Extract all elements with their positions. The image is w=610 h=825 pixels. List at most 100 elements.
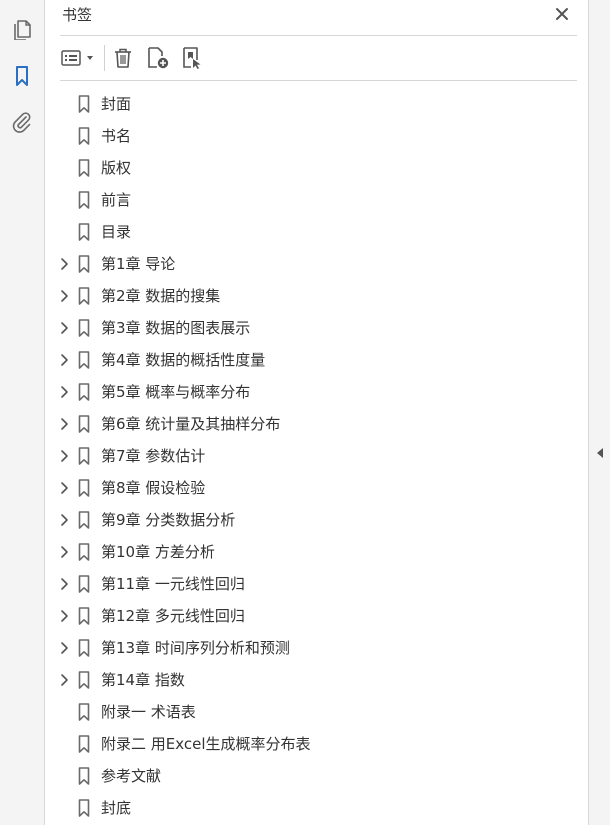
close-icon[interactable]: [552, 4, 572, 24]
bookmark-icon: [78, 383, 90, 401]
bookmark-icon: [78, 255, 90, 273]
bookmarks-panel: 书签 封面 书名 版权 前言 目录 第1章 导论 第2章 数据的搜集 第3章 数…: [45, 0, 588, 825]
bookmark-label: 第10章 方差分析: [101, 543, 215, 561]
bookmark-icon: [78, 447, 90, 465]
bookmark-label: 第8章 假设检验: [101, 479, 206, 497]
toolbar-divider: [104, 45, 105, 71]
paperclip-icon[interactable]: [8, 108, 36, 136]
bookmark-label: 封底: [101, 799, 132, 817]
bookmark-label: 第11章 一元线性回归: [101, 575, 245, 593]
bookmark-item[interactable]: 第9章 分类数据分析: [45, 504, 588, 536]
panel-title: 书签: [62, 6, 93, 24]
options-menu-button[interactable]: [60, 45, 98, 71]
delete-bookmark-button[interactable]: [111, 45, 135, 71]
bookmark-item[interactable]: 第6章 统计量及其抽样分布: [45, 408, 588, 440]
triangle-left-icon[interactable]: [595, 446, 605, 460]
bookmark-item[interactable]: 第1章 导论: [45, 248, 588, 280]
panel-splitter[interactable]: [588, 0, 610, 825]
bookmark-icon: [78, 735, 90, 753]
bookmark-item[interactable]: 第4章 数据的概括性度量: [45, 344, 588, 376]
divider: [60, 35, 577, 36]
bookmark-label: 第12章 多元线性回归: [101, 607, 245, 625]
bookmark-icon: [78, 479, 90, 497]
chevron-right-icon[interactable]: [58, 289, 70, 303]
bookmark-icon: [78, 287, 90, 305]
bookmark-item[interactable]: 第7章 参数估计: [45, 440, 588, 472]
chevron-right-icon[interactable]: [58, 609, 70, 623]
bookmark-label: 第3章 数据的图表展示: [101, 319, 251, 337]
bookmark-icon: [78, 543, 90, 561]
bookmark-item[interactable]: 第2章 数据的搜集: [45, 280, 588, 312]
bookmark-label: 第9章 分类数据分析: [101, 511, 236, 529]
bookmark-icon: [78, 607, 90, 625]
bookmark-item[interactable]: 目录: [45, 216, 588, 248]
chevron-right-icon[interactable]: [58, 673, 70, 687]
bookmark-icon: [78, 799, 90, 817]
bookmark-label: 第1章 导论: [101, 255, 176, 273]
bookmark-label: 目录: [101, 223, 132, 241]
bookmark-icon: [78, 319, 90, 337]
bookmark-label: 第2章 数据的搜集: [101, 287, 221, 305]
bookmark-icon: [78, 671, 90, 689]
bookmark-item[interactable]: 附录二 用Excel生成概率分布表: [45, 728, 588, 760]
bookmark-label: 第14章 指数: [101, 671, 185, 689]
bookmark-label: 附录一 术语表: [101, 703, 196, 721]
bookmark-item[interactable]: 前言: [45, 184, 588, 216]
bookmark-label: 第4章 数据的概括性度量: [101, 351, 266, 369]
bookmark-label: 第7章 参数估计: [101, 447, 206, 465]
bookmark-item[interactable]: 书名: [45, 120, 588, 152]
bookmark-from-structure-button[interactable]: [179, 45, 207, 71]
chevron-right-icon[interactable]: [58, 641, 70, 655]
bookmark-icon: [78, 415, 90, 433]
bookmark-item[interactable]: 版权: [45, 152, 588, 184]
bookmark-structure-icon: [183, 47, 201, 69]
chevron-right-icon[interactable]: [58, 545, 70, 559]
new-bookmark-button[interactable]: [144, 45, 172, 71]
bookmark-label: 附录二 用Excel生成概率分布表: [101, 735, 311, 753]
chevron-right-icon[interactable]: [58, 577, 70, 591]
bookmark-icon[interactable]: [8, 62, 36, 90]
chevron-right-icon[interactable]: [58, 449, 70, 463]
bookmark-icon: [78, 223, 90, 241]
bookmark-tree: 封面书名版权前言目录第1章 导论第2章 数据的搜集第3章 数据的图表展示 第4章 …: [45, 88, 588, 824]
bookmark-item[interactable]: 第13章 时间序列分析和预测: [45, 632, 588, 664]
bookmark-item[interactable]: 第5章 概率与概率分布: [45, 376, 588, 408]
bookmark-label: 封面: [101, 95, 132, 113]
chevron-right-icon[interactable]: [58, 257, 70, 271]
trash-icon: [115, 48, 131, 68]
bookmark-item[interactable]: 封底: [45, 792, 588, 824]
chevron-right-icon[interactable]: [58, 417, 70, 431]
bookmark-icon: [78, 639, 90, 657]
bookmark-label: 第13章 时间序列分析和预测: [101, 639, 290, 657]
bookmark-icon: [78, 351, 90, 369]
bookmark-item[interactable]: 第3章 数据的图表展示: [45, 312, 588, 344]
bookmark-label: 版权: [101, 159, 132, 177]
bookmark-item[interactable]: 封面: [45, 88, 588, 120]
bookmark-icon: [78, 127, 90, 145]
divider: [60, 80, 577, 81]
bookmark-item[interactable]: 第12章 多元线性回归: [45, 600, 588, 632]
bookmark-label: 参考文献: [101, 767, 162, 785]
pages-icon[interactable]: [8, 15, 36, 43]
bookmark-label: 书名: [101, 127, 132, 145]
bookmark-icon: [78, 703, 90, 721]
chevron-right-icon[interactable]: [58, 353, 70, 367]
bookmark-item[interactable]: 第8章 假设检验: [45, 472, 588, 504]
new-bookmark-icon: [148, 47, 169, 69]
options-menu-icon: [61, 50, 93, 66]
bookmark-item[interactable]: 参考文献: [45, 760, 588, 792]
bookmark-icon: [78, 191, 90, 209]
bookmark-label: 第6章 统计量及其抽样分布: [101, 415, 281, 433]
chevron-right-icon[interactable]: [58, 513, 70, 527]
chevron-right-icon[interactable]: [58, 385, 70, 399]
navigation-rail: [0, 0, 45, 825]
bookmark-item[interactable]: 第10章 方差分析: [45, 536, 588, 568]
chevron-right-icon[interactable]: [58, 321, 70, 335]
bookmark-icon: [78, 511, 90, 529]
bookmark-item[interactable]: 第11章 一元线性回归: [45, 568, 588, 600]
bookmark-label: 第5章 概率与概率分布: [101, 383, 251, 401]
bookmark-icon: [78, 95, 90, 113]
chevron-right-icon[interactable]: [58, 481, 70, 495]
bookmark-item[interactable]: 附录一 术语表: [45, 696, 588, 728]
bookmark-item[interactable]: 第14章 指数: [45, 664, 588, 696]
